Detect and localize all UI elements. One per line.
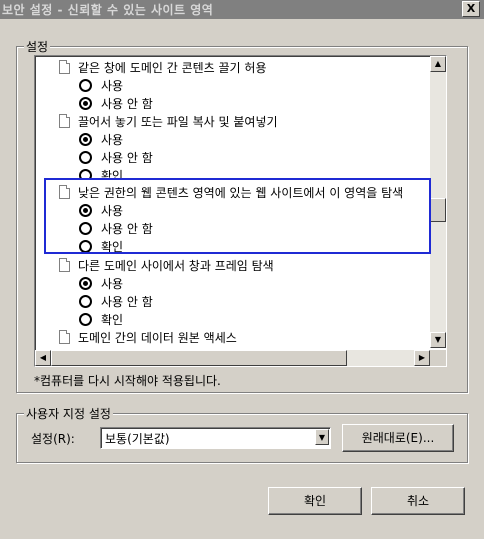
tree-item-drag-drop: 끌어서 놓기 또는 파일 복사 및 붙여넣기 <box>59 114 278 130</box>
horizontal-scrollbar[interactable]: ◀ ▶ <box>35 350 430 366</box>
setting-label: 설정(R): <box>31 432 75 446</box>
scroll-right-arrow-icon[interactable]: ▶ <box>414 350 430 366</box>
radio-button[interactable] <box>79 151 92 164</box>
window-title: 보안 설정 - 신뢰할 수 있는 사이트 영역 <box>2 3 214 17</box>
highlight-box <box>44 178 431 254</box>
settings-group-label: 설정 <box>24 38 51 55</box>
radio-option[interactable]: 사용 <box>79 78 123 94</box>
document-icon <box>59 258 70 272</box>
radio-button[interactable] <box>79 295 92 308</box>
scroll-down-arrow-icon[interactable]: ▼ <box>430 332 446 348</box>
tree-item-data-source-access: 도메인 간의 데이터 원본 액세스 <box>59 330 237 346</box>
custom-settings-group-label: 사용자 지정 설정 <box>24 405 113 422</box>
tree-item-label: 같은 창에 도메인 간 콘텐츠 끌기 허용 <box>78 61 267 75</box>
scrollbar-corner <box>430 350 446 366</box>
radio-button-selected[interactable] <box>79 97 92 110</box>
security-level-select[interactable]: 보통(기본값) ▼ <box>100 427 331 449</box>
select-value: 보통(기본값) <box>105 432 170 446</box>
document-icon <box>59 330 70 344</box>
horizontal-scroll-thumb[interactable] <box>51 350 347 366</box>
scroll-up-arrow-icon[interactable]: ▲ <box>430 56 446 72</box>
tree-item-drag-content: 같은 창에 도메인 간 콘텐츠 끌기 허용 <box>59 60 267 76</box>
radio-option[interactable]: 사용 <box>79 132 123 148</box>
radio-label: 사용 안 함 <box>101 97 153 111</box>
radio-label: 사용 안 함 <box>101 295 153 309</box>
title-bar: 보안 설정 - 신뢰할 수 있는 사이트 영역 X <box>0 0 484 19</box>
radio-button-selected[interactable] <box>79 133 92 146</box>
scroll-left-arrow-icon[interactable]: ◀ <box>35 350 51 366</box>
tree-item-label: 다른 도메인 사이에서 창과 프레임 탐색 <box>78 259 274 273</box>
tree-item-label: 끌어서 놓기 또는 파일 복사 및 붙여넣기 <box>78 115 278 129</box>
radio-button[interactable] <box>79 313 92 326</box>
radio-button[interactable] <box>79 79 92 92</box>
tree-item-navigate-windows-frames: 다른 도메인 사이에서 창과 프레임 탐색 <box>59 258 274 274</box>
close-button[interactable]: X <box>462 1 480 17</box>
radio-label: 사용 <box>101 133 124 147</box>
chevron-down-icon[interactable]: ▼ <box>315 429 329 445</box>
document-icon <box>59 114 70 128</box>
vertical-scroll-thumb[interactable] <box>430 198 446 222</box>
radio-option[interactable]: 사용 안 함 <box>79 150 153 166</box>
ok-button[interactable]: 확인 <box>268 487 362 515</box>
vertical-scrollbar[interactable]: ▲ ▼ <box>430 56 446 348</box>
radio-label: 확인 <box>101 313 124 327</box>
restart-note: *컴퓨터를 다시 시작해야 적용됩니다. <box>34 374 221 388</box>
radio-option[interactable]: 사용 <box>79 276 123 292</box>
radio-label: 사용 <box>101 277 124 291</box>
radio-label: 사용 <box>101 79 124 93</box>
radio-option[interactable]: 사용 안 함 <box>79 294 153 310</box>
tree-item-label: 도메인 간의 데이터 원본 액세스 <box>78 331 237 345</box>
document-icon <box>59 60 70 74</box>
reset-button[interactable]: 원래대로(E)... <box>342 424 454 452</box>
radio-label: 사용 안 함 <box>101 151 153 165</box>
radio-button-selected[interactable] <box>79 277 92 290</box>
radio-option[interactable]: 사용 안 함 <box>79 96 153 112</box>
cancel-button[interactable]: 취소 <box>371 487 465 515</box>
radio-option[interactable]: 확인 <box>79 312 123 328</box>
